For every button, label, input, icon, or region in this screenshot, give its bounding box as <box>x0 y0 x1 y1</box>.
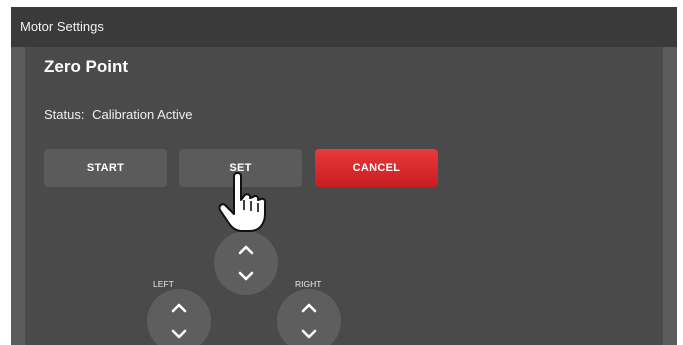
jog-center-control <box>214 231 278 295</box>
section-title: Zero Point <box>44 57 129 76</box>
right-label: RIGHT <box>295 279 322 289</box>
chevron-up-icon[interactable] <box>301 303 317 313</box>
status-line: Status: Calibration Active <box>44 107 193 122</box>
start-button[interactable]: START <box>44 149 167 187</box>
chevron-up-icon[interactable] <box>171 303 187 313</box>
chevron-down-icon[interactable] <box>301 329 317 339</box>
jog-left-control <box>147 289 211 345</box>
jog-right-control <box>277 289 341 345</box>
chevron-up-icon[interactable] <box>238 245 254 255</box>
chevron-down-icon[interactable] <box>171 329 187 339</box>
chevron-down-icon[interactable] <box>238 271 254 281</box>
status-value: Calibration Active <box>92 107 193 122</box>
left-edge <box>11 47 25 345</box>
titlebar: Motor Settings <box>11 7 677 47</box>
pointing-hand-cursor-icon <box>218 172 267 232</box>
cancel-button[interactable]: CANCEL <box>315 149 438 187</box>
right-edge <box>663 47 677 345</box>
motor-settings-window: Motor Settings Zero Point Status: Calibr… <box>11 7 677 345</box>
zero-point-panel: Zero Point Status: Calibration Active ST… <box>25 47 663 345</box>
status-label: Status: <box>44 107 85 122</box>
window-title: Motor Settings <box>20 19 104 34</box>
left-label: LEFT <box>153 279 174 289</box>
